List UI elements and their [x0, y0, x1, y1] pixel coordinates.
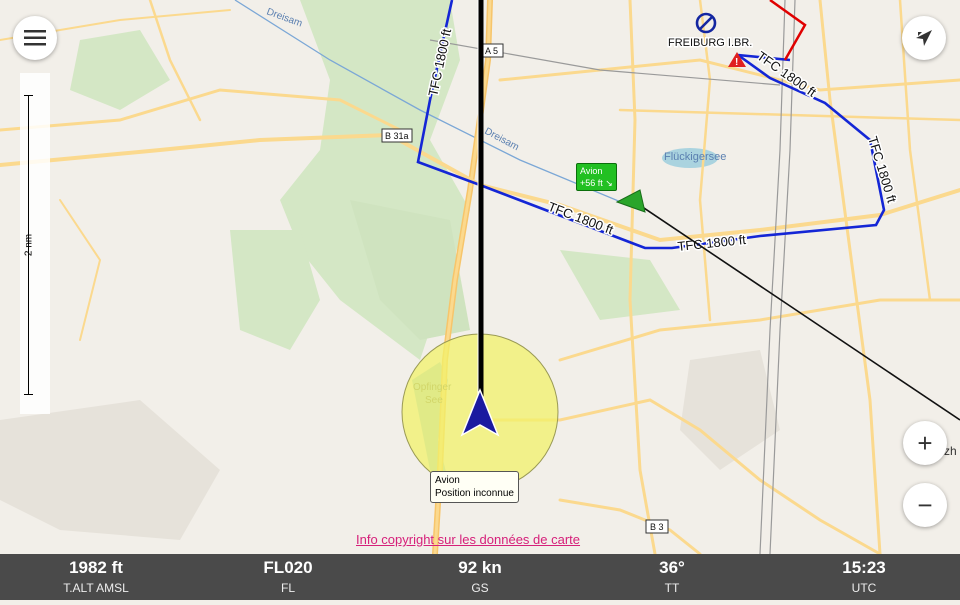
status-value: 15:23: [842, 558, 886, 577]
status-value: FL020: [263, 558, 313, 577]
traffic-relative-altitude: +56 ft ↘: [580, 178, 613, 188]
status-label: FL: [280, 581, 295, 595]
traffic-name: Avion: [580, 166, 603, 176]
minus-icon: −: [917, 490, 933, 520]
status-altitude: 1982 ft T.ALT AMSL: [0, 554, 192, 600]
own-aircraft-status: Position inconnue: [435, 488, 514, 499]
map-canvas[interactable]: TFC 1800 ft TFC 1800 ft TFC 1800 ft TFC …: [0, 0, 960, 600]
hamburger-menu-icon: [24, 30, 46, 46]
scale-tick-bottom: [24, 394, 33, 395]
airspace-label: TFC 1800 ft: [546, 199, 616, 238]
map-svg[interactable]: TFC 1800 ft TFC 1800 ft TFC 1800 ft TFC …: [0, 0, 960, 600]
status-value: 1982 ft: [69, 558, 123, 577]
own-aircraft-name: Avion: [435, 475, 460, 486]
traffic-aircraft-icon[interactable]: [615, 189, 646, 213]
airport-icon: [695, 12, 717, 34]
scale-bar: 2 nm: [20, 73, 50, 414]
zoom-out-button[interactable]: −: [903, 483, 947, 527]
status-value: 92 kn: [458, 558, 502, 577]
compass-button[interactable]: [902, 16, 946, 60]
airspace-label: TFC 1800 ft: [677, 232, 747, 254]
status-label: UTC: [851, 581, 877, 595]
plus-icon: +: [917, 428, 933, 458]
airspace-label: TFC 1800 ft: [865, 134, 900, 204]
green-areas: [0, 0, 780, 540]
status-utc-time: 15:23 UTC: [768, 554, 960, 600]
status-value: 36°: [659, 558, 685, 577]
place-label-flueckigersee: Flückigersee: [664, 151, 726, 163]
traffic-label[interactable]: Avion +56 ft ↘: [576, 163, 617, 191]
scale-tick-top: [24, 95, 33, 96]
place-label-freiburg: FREIBURG I.BR.: [668, 37, 752, 49]
road-shield-b31a: B 31a: [385, 131, 409, 141]
zoom-in-button[interactable]: +: [903, 421, 947, 465]
status-label: TT: [664, 581, 680, 595]
status-ground-speed: 92 kn GS: [384, 554, 576, 600]
svg-text:!: !: [735, 57, 738, 68]
status-flight-level: FL020 FL: [192, 554, 384, 600]
north-arrow-icon: [916, 30, 932, 46]
menu-button[interactable]: [13, 16, 57, 60]
restricted-boundary: [769, 0, 807, 61]
own-aircraft-callout: Avion Position inconnue: [430, 471, 519, 503]
status-label: GS: [471, 581, 489, 595]
river-label: Dreisam: [265, 6, 304, 29]
copyright-link[interactable]: Info copyright sur les données de carte: [356, 532, 580, 547]
status-bar: 1982 ft T.ALT AMSL FL020 FL 92 kn GS 36°…: [0, 554, 960, 600]
road-shield-b3: B 3: [650, 522, 664, 532]
road-shield-a5: A 5: [485, 46, 498, 56]
scale-label: 2 nm: [23, 233, 35, 257]
status-true-track: 36° TT: [576, 554, 768, 600]
river-label: Dreisam: [483, 126, 521, 153]
status-label: T.ALT AMSL: [63, 581, 129, 595]
